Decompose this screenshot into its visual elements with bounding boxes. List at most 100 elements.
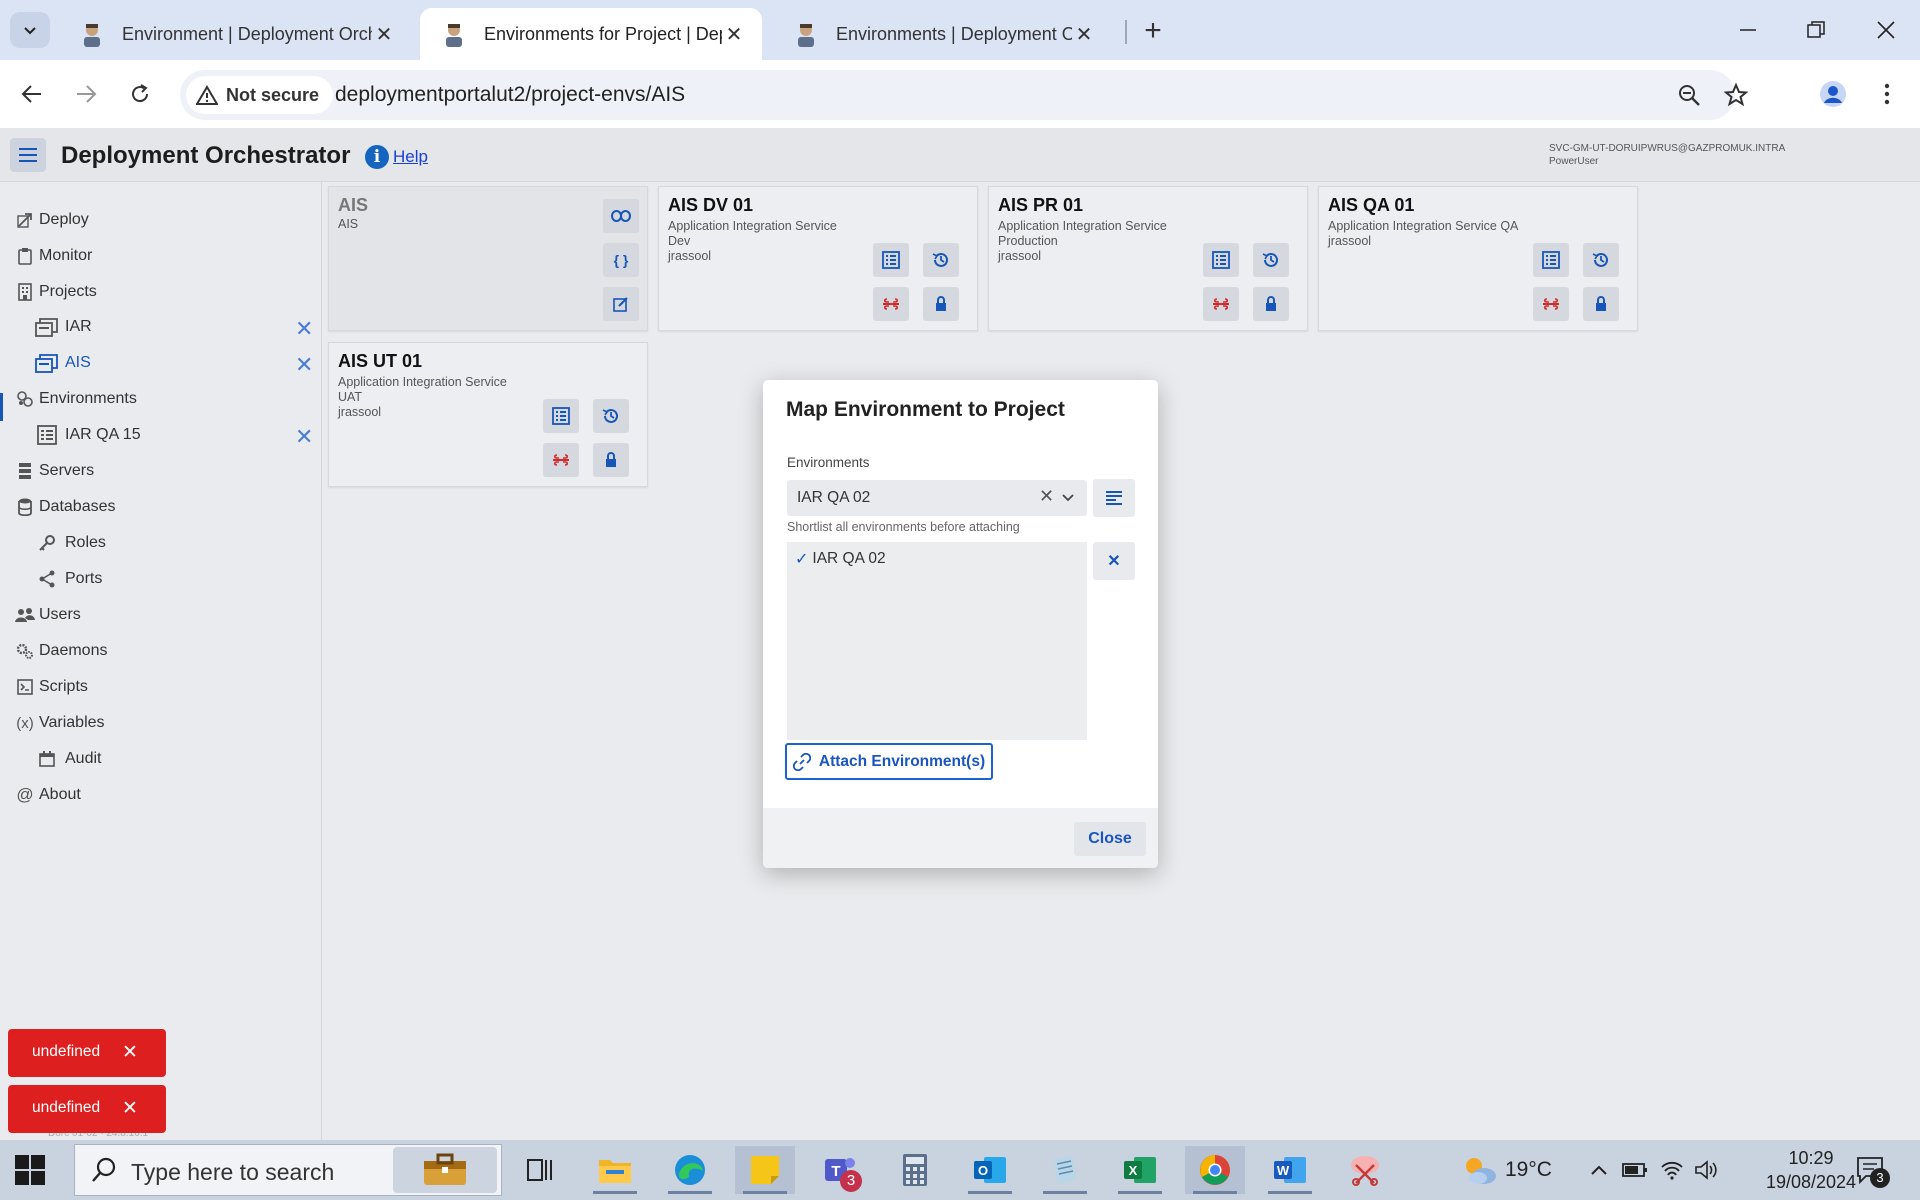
- bookmark-star-icon[interactable]: [1719, 78, 1753, 112]
- battery-icon[interactable]: [1622, 1162, 1648, 1178]
- close-icon[interactable]: ✕: [122, 1097, 138, 1120]
- history-button[interactable]: [923, 243, 959, 277]
- clear-shortlist-button[interactable]: ✕: [1093, 542, 1135, 580]
- running-indicator: [968, 1191, 1012, 1194]
- notification-center-icon[interactable]: 3: [1856, 1156, 1890, 1189]
- chrome-icon[interactable]: [1185, 1146, 1245, 1194]
- tab-search-button[interactable]: [10, 12, 50, 48]
- sidebar-item-ais[interactable]: AIS: [35, 349, 91, 377]
- sidebar-item-iar[interactable]: IAR: [35, 313, 92, 341]
- environments-select[interactable]: IAR QA 02 ✕: [787, 480, 1087, 516]
- volume-icon[interactable]: [1694, 1160, 1718, 1180]
- history-button[interactable]: [593, 399, 629, 433]
- outlook-icon[interactable]: O: [960, 1146, 1020, 1194]
- weather-icon[interactable]: [1450, 1146, 1510, 1194]
- help-link-group[interactable]: i Help: [365, 145, 428, 169]
- sidebar-item-deploy[interactable]: Deploy: [15, 206, 89, 234]
- notepad-icon[interactable]: [1035, 1146, 1095, 1194]
- tab-divider: [1125, 20, 1127, 44]
- detach-button[interactable]: [543, 443, 579, 477]
- sidebar-item-projects[interactable]: Projects: [15, 278, 97, 306]
- close-icon[interactable]: ✕: [295, 352, 313, 378]
- close-icon[interactable]: ✕: [122, 1041, 138, 1064]
- environment-details-button[interactable]: [1203, 243, 1239, 277]
- environment-card: AIS DV 01 Application Integration Servic…: [658, 186, 978, 331]
- calculator-icon[interactable]: [885, 1146, 945, 1194]
- edge-icon[interactable]: [660, 1146, 720, 1194]
- chevron-down-icon[interactable]: [1061, 490, 1075, 504]
- sidebar-item-databases[interactable]: Databases: [15, 493, 116, 521]
- sidebar-item-daemons[interactable]: Daemons: [15, 637, 107, 665]
- window-close-button[interactable]: [1856, 10, 1916, 50]
- restore-button[interactable]: [1786, 10, 1846, 50]
- detach-button[interactable]: [1533, 287, 1569, 321]
- list-item[interactable]: ✓ IAR QA 02: [795, 549, 886, 569]
- sidebar-item-audit[interactable]: Audit: [35, 745, 101, 773]
- word-icon[interactable]: W: [1260, 1146, 1320, 1194]
- url-text[interactable]: deploymentportalut2/project-envs/AIS: [335, 83, 685, 107]
- link-button[interactable]: [603, 199, 639, 233]
- close-icon[interactable]: ✕: [295, 424, 313, 450]
- chevron-up-icon[interactable]: [1590, 1164, 1608, 1176]
- sidebar-item-monitor[interactable]: Monitor: [15, 242, 92, 270]
- file-explorer-icon[interactable]: [585, 1146, 645, 1194]
- close-icon[interactable]: ✕: [722, 22, 746, 47]
- excel-icon[interactable]: X: [1110, 1146, 1170, 1194]
- sidebar-item-about[interactable]: @ About: [15, 781, 80, 809]
- clock[interactable]: 10:29 19/08/2024: [1756, 1146, 1866, 1194]
- close-icon[interactable]: ✕: [1072, 22, 1096, 47]
- sidebar-item-iar-qa-15[interactable]: IAR QA 15: [35, 421, 141, 449]
- sidebar-item-scripts[interactable]: Scripts: [15, 673, 88, 701]
- active-indicator: [0, 393, 3, 421]
- site-info-chip[interactable]: Not secure: [186, 76, 334, 114]
- zoom-icon[interactable]: [1672, 78, 1706, 112]
- detach-button[interactable]: [873, 287, 909, 321]
- taskbar-search[interactable]: Type here to search: [74, 1144, 502, 1196]
- task-view-icon[interactable]: [510, 1146, 570, 1194]
- environment-details-button[interactable]: [543, 399, 579, 433]
- environment-details-button[interactable]: [873, 243, 909, 277]
- browser-tab[interactable]: Environments | Deployment Orchestrator ✕: [772, 8, 1112, 60]
- sidebar-item-roles[interactable]: Roles: [35, 529, 106, 557]
- attach-environments-button[interactable]: Attach Environment(s): [785, 743, 993, 780]
- environment-shortlist[interactable]: ✓ IAR QA 02: [787, 542, 1087, 740]
- close-icon[interactable]: ✕: [295, 316, 313, 342]
- sidebar-item-environments[interactable]: Environments: [15, 385, 137, 413]
- lock-button[interactable]: [923, 287, 959, 321]
- help-link[interactable]: Help: [393, 147, 428, 167]
- new-tab-button[interactable]: +: [1138, 14, 1168, 48]
- lock-button[interactable]: [1253, 287, 1289, 321]
- detach-button[interactable]: [1203, 287, 1239, 321]
- sidebar-item-servers[interactable]: Servers: [15, 457, 94, 485]
- sticky-notes-icon[interactable]: [735, 1146, 795, 1194]
- edit-button[interactable]: [603, 287, 639, 321]
- snipping-tool-icon[interactable]: [1335, 1146, 1395, 1194]
- wifi-icon[interactable]: [1660, 1160, 1684, 1180]
- info-icon: i: [365, 145, 389, 169]
- environment-details-button[interactable]: [1533, 243, 1569, 277]
- lock-button[interactable]: [1583, 287, 1619, 321]
- sidebar-item-users[interactable]: Users: [15, 601, 81, 629]
- browser-menu-button[interactable]: [1867, 74, 1907, 114]
- sidebar-item-variables[interactable]: (x) Variables: [15, 709, 104, 737]
- json-button[interactable]: { }: [603, 243, 639, 277]
- minimize-button[interactable]: [1718, 10, 1778, 50]
- forward-button[interactable]: [66, 74, 106, 114]
- add-to-shortlist-button[interactable]: [1093, 479, 1135, 517]
- teams-icon[interactable]: T 3: [810, 1146, 870, 1194]
- profile-button[interactable]: [1813, 74, 1853, 114]
- sidebar-item-ports[interactable]: Ports: [35, 565, 102, 593]
- reload-button[interactable]: [120, 74, 160, 114]
- history-button[interactable]: [1583, 243, 1619, 277]
- address-bar[interactable]: Not secure deploymentportalut2/project-e…: [180, 70, 1748, 120]
- browser-tab[interactable]: Environment | Deployment Orchestrator ✕: [58, 8, 412, 60]
- hamburger-button[interactable]: [10, 138, 46, 172]
- clear-icon[interactable]: ✕: [1039, 486, 1054, 507]
- back-button[interactable]: [12, 74, 52, 114]
- browser-tab-active[interactable]: Environments for Project | Deployment Or…: [420, 8, 762, 60]
- close-button[interactable]: Close: [1074, 822, 1146, 856]
- history-button[interactable]: [1253, 243, 1289, 277]
- windows-start-icon[interactable]: [14, 1154, 46, 1186]
- close-icon[interactable]: ✕: [372, 22, 396, 47]
- lock-button[interactable]: [593, 443, 629, 477]
